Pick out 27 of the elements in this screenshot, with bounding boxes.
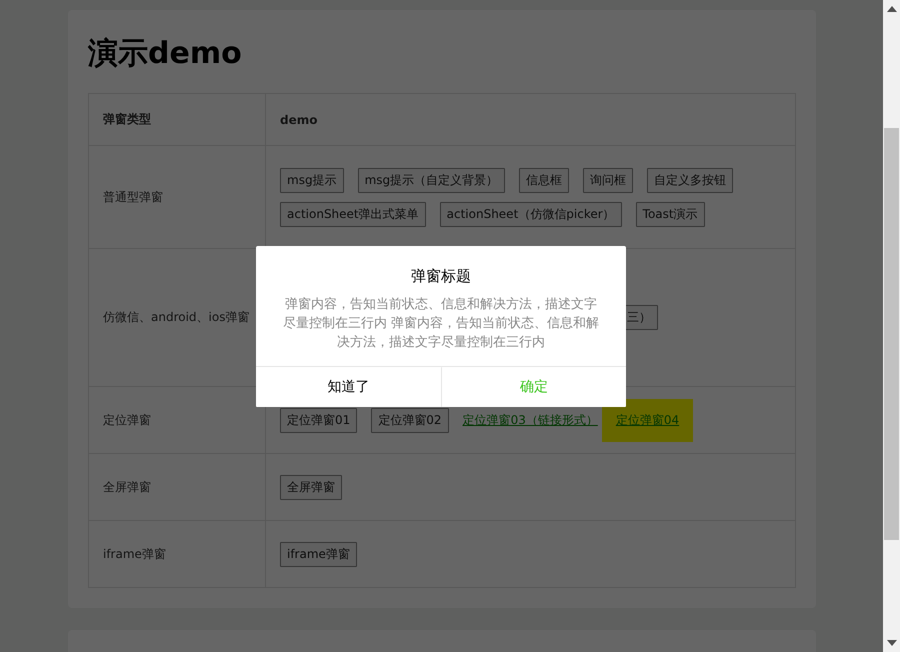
demo-button[interactable]: 询问框 [583,168,634,192]
demo-button[interactable]: actionSheet弹出式菜单 [280,202,426,226]
demo-button[interactable]: msg提示（自定义背景） [358,168,506,192]
demo-button[interactable]: 信息框 [519,168,570,192]
table-cell: 普通型弹窗 [88,146,266,248]
scroll-down-icon[interactable] [886,640,896,646]
demo-button[interactable]: Toast演示 [636,202,705,226]
demo-button[interactable]: actionSheet（仿微信picker） [440,202,622,226]
page-title: 演示demo [88,36,243,72]
table-cell: iframe弹窗 [88,520,266,588]
demo-link[interactable]: 定位弹窗03（链接形式） [462,412,598,428]
table-cell: 全屏弹窗 [88,454,266,520]
dialog-message: 弹窗内容，告知当前状态、信息和解决方法，描述文字尽量控制在三行内 弹窗内容，告知当前状态、信息和解决方法，描述文字尽量控制在三行内 [282,296,600,352]
demo-button[interactable]: 定位弹窗01 [280,408,358,432]
demo-button[interactable]: msg提示 [280,168,344,192]
scroll-up-icon[interactable] [886,6,896,12]
highlighted-link[interactable]: 定位弹窗04 [602,398,694,442]
demo-button[interactable]: 全屏弹窗 [280,474,342,500]
scroll-thumb[interactable] [884,128,899,540]
column-header: demo [266,94,796,146]
dialog-title: 弹窗标题 [410,266,472,286]
demo-button[interactable]: iframe弹窗 [280,542,357,566]
column-header: 弹窗类型 [88,94,266,146]
scrollbar[interactable] [883,0,900,652]
demo-button[interactable]: 定位弹窗02 [371,408,449,432]
confirm-button[interactable]: 确定 [440,367,626,407]
demo-button[interactable]: 自定义多按钮 [647,168,734,192]
